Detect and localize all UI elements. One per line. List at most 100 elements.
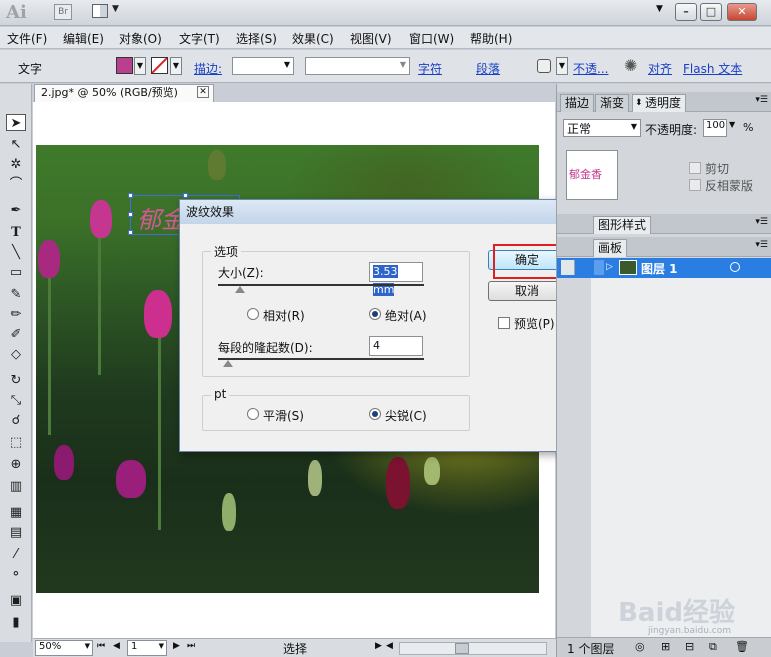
layer-name[interactable]: 图层 1 <box>641 260 678 277</box>
symbol-sprayer-icon[interactable]: ▣ <box>6 592 26 609</box>
menu-object[interactable]: 对象(O) <box>119 30 162 47</box>
type-tool-icon[interactable]: T <box>6 224 26 241</box>
shape-builder-icon[interactable]: ⊕ <box>6 456 26 473</box>
size-input[interactable]: 3.53 mm <box>369 262 423 296</box>
warp-tool-icon[interactable]: ☌ <box>6 412 26 429</box>
workspace-chevron-icon[interactable]: ▼ <box>656 4 663 14</box>
flash-text-link[interactable]: Flash 文本 <box>683 60 742 77</box>
opacity-link[interactable]: 不透... <box>573 60 608 77</box>
envelope-icon[interactable] <box>537 59 551 73</box>
zoom-select[interactable]: 50% ▼ <box>35 640 93 656</box>
preview-checkbox[interactable] <box>498 317 510 329</box>
corner-label[interactable]: 尖锐(C) <box>385 407 427 424</box>
ridges-input[interactable]: 4 <box>369 336 423 356</box>
close-button[interactable]: ✕ <box>727 3 757 21</box>
tab-graphic-styles[interactable]: 图形样式 <box>593 216 652 234</box>
absolute-radio[interactable] <box>369 308 381 320</box>
stroke-link[interactable]: 描边: <box>194 60 222 77</box>
blob-brush-icon[interactable]: ✐ <box>6 326 26 343</box>
pen-tool-icon[interactable]: ✒ <box>6 202 26 219</box>
lasso-icon[interactable]: ⌒ <box>6 176 26 193</box>
stroke-swatch[interactable] <box>151 57 168 74</box>
eyedropper-icon[interactable]: ⁄ <box>6 546 26 563</box>
style-dropdown[interactable]: ▼ <box>305 57 410 75</box>
prev-artboard-icon[interactable]: ◀ <box>113 641 120 651</box>
magic-wand-icon[interactable]: ✲ <box>6 156 26 173</box>
clipping-mask-icon[interactable]: ⊞ <box>661 640 670 653</box>
status-mode[interactable]: 选择 <box>283 640 307 657</box>
cancel-button[interactable]: 取消 <box>488 281 566 301</box>
tab-transparency[interactable]: ⬍ 透明度 <box>632 94 687 112</box>
menu-type[interactable]: 文字(T) <box>179 30 220 47</box>
blend-tool-icon[interactable]: ⚬ <box>6 566 26 583</box>
mesh-tool-icon[interactable]: ▦ <box>6 504 26 521</box>
eraser-icon[interactable]: ◇ <box>6 346 26 363</box>
size-slider-thumb[interactable] <box>235 286 245 293</box>
resize-handle[interactable] <box>128 212 133 217</box>
recolor-icon[interactable]: ✺ <box>624 56 637 75</box>
visibility-toggle-icon[interactable] <box>561 260 575 275</box>
pencil-icon[interactable]: ✏ <box>6 306 26 323</box>
arrange-documents-icon[interactable] <box>92 4 108 18</box>
gradient-tool-icon[interactable]: ▤ <box>6 524 26 541</box>
rotate-tool-icon[interactable]: ↻ <box>6 372 26 389</box>
fill-swatch[interactable] <box>116 57 133 74</box>
absolute-label[interactable]: 绝对(A) <box>385 307 427 324</box>
menu-effect[interactable]: 效果(C) <box>292 30 334 47</box>
panel-menu-icon[interactable]: ▾☰ <box>755 240 768 250</box>
fill-dropdown[interactable]: ▼ <box>134 57 146 75</box>
smooth-radio[interactable] <box>247 408 259 420</box>
align-link[interactable]: 对齐 <box>648 60 672 77</box>
scroll-left-icon[interactable]: ◀ <box>386 641 393 651</box>
opacity-dropdown[interactable]: ▼ <box>556 57 568 75</box>
panel-menu-icon[interactable]: ▾☰ <box>755 217 768 227</box>
chevron-down-icon[interactable]: ▼ <box>729 120 735 129</box>
menu-window[interactable]: 窗口(W) <box>409 30 454 47</box>
bridge-button[interactable]: Br <box>54 4 72 20</box>
artboard-select[interactable]: 1 ▼ <box>127 640 167 656</box>
chevron-down-icon[interactable]: ▼ <box>112 4 119 14</box>
ridges-slider-track[interactable] <box>218 358 424 360</box>
tab-gradient[interactable]: 渐变 <box>595 94 630 112</box>
scale-tool-icon[interactable]: ⤡ <box>6 392 26 409</box>
resize-handle[interactable] <box>128 193 133 198</box>
panel-menu-icon[interactable]: ▾☰ <box>755 95 768 105</box>
stroke-weight-input[interactable]: ▼ <box>232 57 294 75</box>
menu-edit[interactable]: 编辑(E) <box>63 30 104 47</box>
menu-file[interactable]: 文件(F) <box>7 30 47 47</box>
minimize-button[interactable]: – <box>675 3 697 21</box>
rectangle-tool-icon[interactable]: ▭ <box>6 264 26 281</box>
new-layer-icon[interactable]: ⧉ <box>709 640 717 654</box>
locate-object-icon[interactable]: ◎ <box>635 640 645 653</box>
graph-tool-icon[interactable]: ▥ <box>6 478 26 495</box>
layer-row[interactable]: ▷ 图层 1 <box>557 258 771 278</box>
scroll-thumb[interactable] <box>455 643 469 654</box>
resize-handle[interactable] <box>183 193 188 198</box>
lock-toggle[interactable] <box>594 260 604 275</box>
delete-layer-icon[interactable]: 🗑 <box>735 640 749 653</box>
size-slider-track[interactable] <box>218 284 424 286</box>
target-circle-icon[interactable] <box>730 262 740 272</box>
line-tool-icon[interactable]: ╲ <box>6 244 26 261</box>
preview-label[interactable]: 预览(P) <box>514 315 555 332</box>
paintbrush-icon[interactable]: ✎ <box>6 286 26 303</box>
corner-radio[interactable] <box>369 408 381 420</box>
column-graph-icon[interactable]: ▮ <box>6 614 26 631</box>
tab-artboards[interactable]: 画板 <box>593 239 628 257</box>
status-menu-icon[interactable]: ▶ <box>375 641 382 651</box>
horizontal-scrollbar[interactable] <box>399 642 547 655</box>
free-transform-icon[interactable]: ⬚ <box>6 434 26 451</box>
blend-mode-select[interactable]: 正常 ▼ <box>563 119 641 137</box>
menu-view[interactable]: 视图(V) <box>350 30 392 47</box>
resize-handle[interactable] <box>128 230 133 235</box>
menu-select[interactable]: 选择(S) <box>236 30 277 47</box>
paragraph-link[interactable]: 段落 <box>476 60 500 77</box>
menu-help[interactable]: 帮助(H) <box>470 30 512 47</box>
selection-tool-icon[interactable]: ➤ <box>6 114 26 131</box>
character-link[interactable]: 字符 <box>418 60 442 77</box>
tab-stroke[interactable]: 描边 <box>560 94 595 112</box>
stroke-dropdown[interactable]: ▼ <box>170 57 182 75</box>
new-sublayer-icon[interactable]: ⊟ <box>685 640 694 653</box>
smooth-label[interactable]: 平滑(S) <box>263 407 304 424</box>
expand-arrow-icon[interactable]: ▷ <box>606 262 613 272</box>
